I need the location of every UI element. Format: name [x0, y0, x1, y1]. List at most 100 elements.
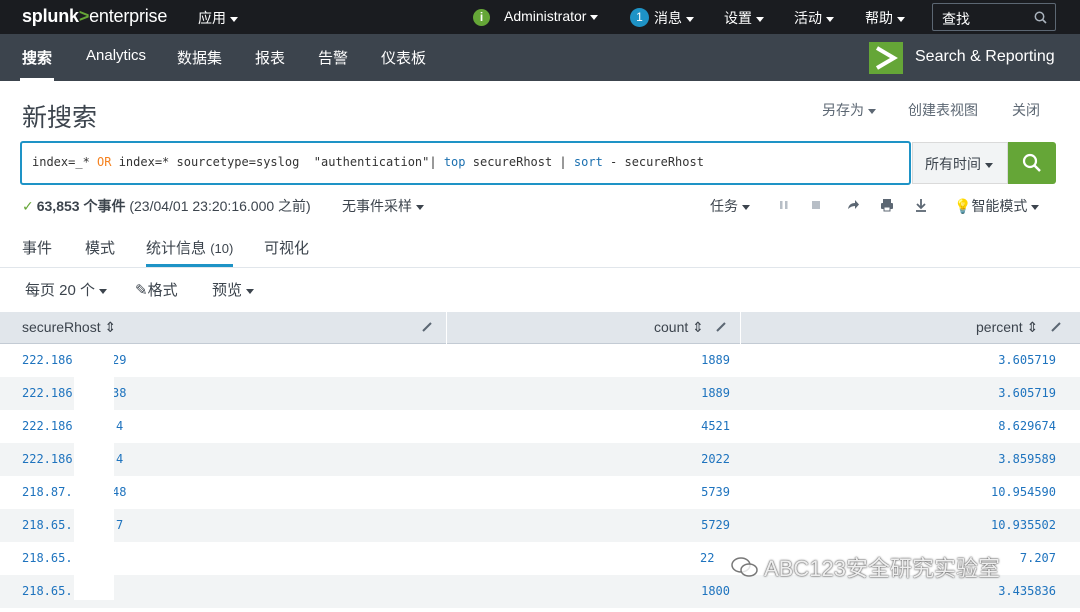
close-button[interactable]: 关闭 [1012, 100, 1040, 120]
nav-alerts[interactable]: 告警 [318, 47, 348, 68]
settings-menu[interactable]: 设置 [724, 8, 764, 28]
help-menu[interactable]: 帮助 [865, 8, 905, 28]
cell-host-tail[interactable]: 29 [112, 353, 126, 367]
tab-statistics-count: (10) [210, 241, 234, 256]
cell-percent[interactable]: 8.629674 [960, 419, 1056, 433]
cell-percent[interactable]: 3.859589 [960, 452, 1056, 466]
chevron-down-icon [416, 204, 424, 210]
search-mode-label: 智能模式 [971, 198, 1028, 214]
share-icon[interactable] [845, 197, 861, 213]
nav-dashboards[interactable]: 仪表板 [381, 47, 426, 68]
print-icon[interactable] [879, 197, 895, 213]
sampling-menu[interactable]: 无事件采样 [342, 196, 424, 216]
activity-menu[interactable]: 活动 [794, 8, 834, 28]
cell-count[interactable]: 4521 [680, 419, 730, 433]
pencil-icon: ✎ [135, 282, 148, 299]
cell-host[interactable]: 218.65.1 [22, 551, 80, 565]
chevron-down-icon [868, 108, 876, 114]
app-name[interactable]: Search & Reporting [915, 48, 1055, 66]
search-query-input[interactable]: index=_* OR index=* sourcetype=syslog "a… [20, 141, 911, 185]
table-row: 222.186 4 4521 8.629674 [0, 410, 1080, 443]
cell-percent[interactable]: 3.605719 [960, 386, 1056, 400]
save-as-menu[interactable]: 另存为 [822, 100, 876, 120]
results-tabs: 事件 模式 统计信息 (10) 可视化 [0, 228, 1080, 268]
chevron-down-icon [686, 16, 694, 22]
sort-icon: ⇕ [692, 319, 704, 335]
cell-host[interactable]: 218.87.1 [22, 485, 80, 499]
table-row: 222.186 38 1889 3.605719 [0, 377, 1080, 410]
create-table-view-button[interactable]: 创建表视图 [908, 100, 978, 120]
query-command-sort: sort [573, 155, 603, 169]
logo-chevron: > [78, 6, 90, 26]
nav-analytics[interactable]: Analytics [86, 47, 146, 64]
cell-count[interactable]: 2022 [680, 452, 730, 466]
cell-host-tail[interactable]: 38 [112, 386, 126, 400]
download-icon[interactable] [913, 197, 929, 213]
health-status-icon[interactable]: i [473, 9, 490, 26]
cell-count[interactable]: 22 [700, 551, 714, 565]
tab-statistics[interactable]: 统计信息 (10) [146, 237, 234, 267]
apps-menu-label: 应用 [198, 10, 226, 26]
messages-count-badge[interactable]: 1 [630, 8, 649, 27]
sort-icon: ⇕ [1026, 319, 1039, 335]
edit-column-icon[interactable] [715, 321, 727, 333]
nav-search[interactable]: 搜索 [19, 47, 55, 81]
cell-host[interactable]: 222.186 [22, 452, 73, 466]
apps-menu[interactable]: 应用 [198, 8, 238, 28]
cell-host[interactable]: 218.65.1 [22, 584, 80, 598]
cell-host[interactable]: 218.65.1 [22, 518, 80, 532]
nav-datasets[interactable]: 数据集 [177, 47, 222, 68]
cell-percent[interactable]: 10.935502 [960, 518, 1056, 532]
cell-percent[interactable]: 10.954590 [960, 485, 1056, 499]
cell-host[interactable]: 222.186 [22, 353, 73, 367]
tab-patterns[interactable]: 模式 [85, 237, 115, 258]
activity-menu-label: 活动 [794, 10, 822, 26]
app-logo-icon [869, 42, 903, 74]
search-icon [1022, 153, 1041, 172]
cell-host-tail[interactable]: 7 [116, 518, 123, 532]
edit-column-icon[interactable] [1050, 321, 1062, 333]
chevron-down-icon [985, 162, 993, 168]
global-search-placeholder: 查找 [942, 11, 970, 27]
cell-count[interactable]: 1800 [680, 584, 730, 598]
cell-host-tail[interactable]: 48 [112, 485, 126, 499]
nav-reports[interactable]: 报表 [255, 47, 285, 68]
column-header-count[interactable]: count ⇕ [654, 319, 704, 336]
cell-host[interactable]: 222.186 [22, 419, 73, 433]
stop-icon[interactable] [808, 197, 824, 213]
preview-menu[interactable]: 预览 [212, 279, 255, 300]
cell-count[interactable]: 5729 [680, 518, 730, 532]
cell-count[interactable]: 1889 [680, 386, 730, 400]
tab-events[interactable]: 事件 [22, 237, 52, 258]
event-time: (23/04/01 23:20:16.000 之前) [129, 198, 311, 214]
cell-percent[interactable]: 3.605719 [960, 353, 1056, 367]
chevron-down-icon [756, 16, 764, 22]
page-title: 新搜索 [22, 104, 98, 132]
search-button[interactable] [1008, 142, 1056, 184]
cell-host[interactable]: 222.186 [22, 386, 73, 400]
sampling-label: 无事件采样 [342, 198, 412, 214]
pause-icon[interactable] [776, 197, 792, 213]
cell-percent[interactable]: 3.435836 [960, 584, 1056, 598]
global-search-input[interactable]: 查找 [932, 3, 1056, 31]
column-header-securerhost[interactable]: secureRhost ⇕ [22, 319, 116, 336]
cell-host-tail[interactable]: 4 [116, 452, 123, 466]
time-range-picker[interactable]: 所有时间 [912, 142, 1008, 184]
redaction-mask [74, 344, 114, 600]
messages-menu[interactable]: 消息 [654, 8, 694, 28]
cell-count[interactable]: 5739 [680, 485, 730, 499]
cell-count[interactable]: 1889 [680, 353, 730, 367]
jobs-menu[interactable]: 任务 [710, 196, 750, 216]
sort-icon: ⇕ [104, 319, 117, 335]
jobs-label: 任务 [710, 198, 738, 214]
edit-column-icon[interactable] [421, 321, 433, 333]
search-mode-menu[interactable]: 💡智能模式 [954, 196, 1040, 216]
column-header-percent[interactable]: percent ⇕ [976, 319, 1038, 336]
splunk-logo[interactable]: splunk>enterprise [22, 6, 167, 27]
table-row: 218.87.1 48 5739 10.954590 [0, 476, 1080, 509]
user-menu[interactable]: Administrator [504, 8, 599, 24]
per-page-menu[interactable]: 每页 20 个 [25, 279, 108, 300]
cell-host-tail[interactable]: 4 [116, 419, 123, 433]
tab-visualization[interactable]: 可视化 [264, 237, 309, 258]
format-menu[interactable]: ✎格式 [135, 279, 178, 300]
